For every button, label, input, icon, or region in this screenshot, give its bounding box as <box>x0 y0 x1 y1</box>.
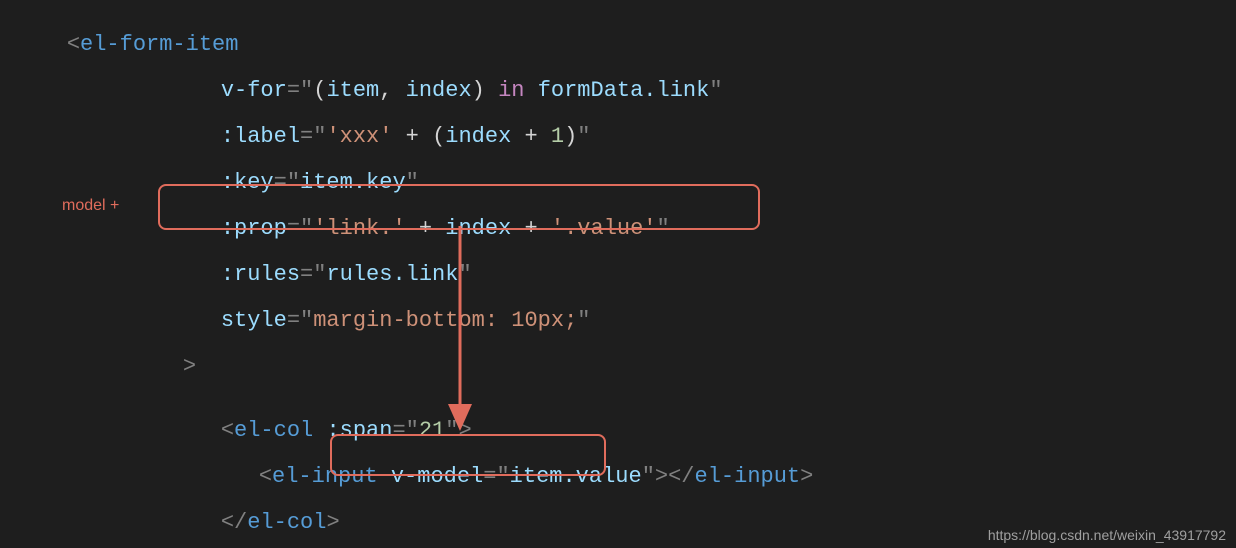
code-line-8: > <box>130 334 196 400</box>
code-block: <el-form-item v-for="(item, index) in fo… <box>0 0 1236 548</box>
watermark: https://blog.csdn.net/weixin_43917792 <box>988 528 1226 542</box>
code-line-11: </el-col> <box>168 490 340 548</box>
annotation-label: model + <box>62 198 119 214</box>
code-line-7: style="margin-bottom: 10px;" <box>168 288 590 354</box>
